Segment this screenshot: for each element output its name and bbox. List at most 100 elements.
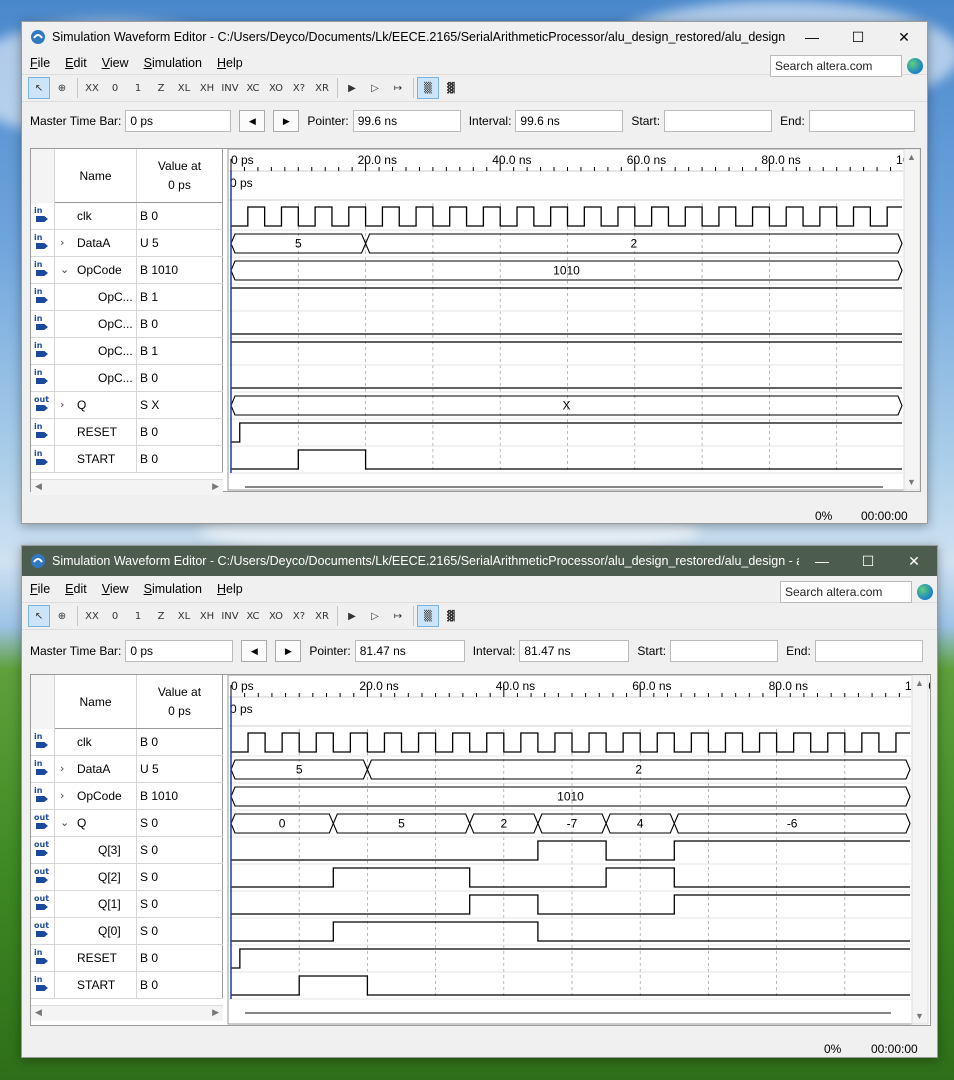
menu-help[interactable]: Help xyxy=(217,582,243,596)
high-impedance-icon[interactable]: Z xyxy=(150,605,172,627)
close-icon[interactable]: ✕ xyxy=(891,546,937,576)
search-input[interactable]: Search altera.com xyxy=(780,581,912,603)
arbitrary-value-icon[interactable]: X? xyxy=(288,605,310,627)
menu-view[interactable]: View xyxy=(102,582,129,596)
master-time-bar-label: Master Time Bar: xyxy=(30,644,122,658)
force-low-icon[interactable]: 0 xyxy=(104,605,126,627)
force-low-icon[interactable]: 0 xyxy=(104,77,126,99)
menu-simulation[interactable]: Simulation xyxy=(144,582,202,596)
bus-value-label: 1010 xyxy=(553,264,580,278)
grid-icon[interactable]: ▓ xyxy=(440,605,462,627)
pointer-field[interactable]: 81.47 ns xyxy=(354,640,465,662)
signal-waveform xyxy=(231,894,910,915)
menu-help[interactable]: Help xyxy=(217,56,243,70)
time-bar: Master Time Bar: 0 ps ◀ ▶ Pointer: 81.47… xyxy=(22,636,937,666)
status-percent: 0% xyxy=(815,509,833,523)
run-timing-sim-icon[interactable]: ▷ xyxy=(364,605,386,627)
time-bar: Master Time Bar: 0 ps ◀ ▶ Pointer: 99.6 … xyxy=(22,106,927,136)
menu-view[interactable]: View xyxy=(102,56,129,70)
run-timing-sim-icon[interactable]: ▷ xyxy=(364,77,386,99)
maximize-icon[interactable]: ☐ xyxy=(835,22,881,52)
toolbar-separator xyxy=(77,78,78,98)
previous-transition-button[interactable]: ◀ xyxy=(241,640,268,662)
run-netlist-sim-icon[interactable]: ↦ xyxy=(387,605,409,627)
time-tick-label: 60.0 ns xyxy=(632,679,671,693)
run-functional-sim-icon[interactable]: ▶ xyxy=(341,77,363,99)
previous-transition-button[interactable]: ◀ xyxy=(239,110,266,132)
globe-icon[interactable] xyxy=(907,58,923,74)
pointer-field[interactable]: 99.6 ns xyxy=(352,110,461,132)
scroll-up-icon[interactable]: ▲ xyxy=(907,152,916,162)
random-value-icon[interactable]: XR xyxy=(311,77,333,99)
globe-icon[interactable] xyxy=(917,584,933,600)
count-value-icon[interactable]: XC xyxy=(242,77,264,99)
start-field[interactable] xyxy=(664,110,773,132)
bus-value-label: -6 xyxy=(787,817,798,831)
waveform-panel: Name Value at 0 ps in clk B 0 in › DataA U 5 in ⌄ O… xyxy=(30,148,921,495)
vertical-scrollbar[interactable] xyxy=(911,675,929,1025)
bus-value-label: 2 xyxy=(500,817,507,831)
dont-care-icon[interactable]: XX xyxy=(81,605,103,627)
force-high-icon[interactable]: 1 xyxy=(127,605,149,627)
title-bar[interactable]: Simulation Waveform Editor - C:/Users/De… xyxy=(22,546,937,576)
zoom-tool-icon[interactable]: ⊕ xyxy=(51,605,73,627)
menu-edit[interactable]: Edit xyxy=(65,56,87,70)
snap-to-grid-icon[interactable]: ▒ xyxy=(417,77,439,99)
count-value-icon[interactable]: XC xyxy=(242,605,264,627)
bus-value-label: 0 xyxy=(279,817,286,831)
invert-icon[interactable]: INV xyxy=(219,77,241,99)
start-field[interactable] xyxy=(670,640,779,662)
clock-value-icon[interactable]: XO xyxy=(265,605,287,627)
weak-high-icon[interactable]: XH xyxy=(196,77,218,99)
selection-tool-icon[interactable]: ↖ xyxy=(28,77,50,99)
vertical-scrollbar[interactable] xyxy=(903,149,920,491)
interval-field[interactable]: 81.47 ns xyxy=(519,640,630,662)
weak-high-icon[interactable]: XH xyxy=(196,605,218,627)
invert-icon[interactable]: INV xyxy=(219,605,241,627)
minimize-icon[interactable]: — xyxy=(789,22,835,52)
menu-file[interactable]: File xyxy=(30,56,50,70)
signal-waveform xyxy=(231,948,910,969)
weak-low-icon[interactable]: XL xyxy=(173,77,195,99)
time-tick-label: 0 ps xyxy=(231,679,254,693)
menu-edit[interactable]: Edit xyxy=(65,582,87,596)
next-transition-button[interactable]: ▶ xyxy=(275,640,302,662)
title-bar[interactable]: Simulation Waveform Editor - C:/Users/De… xyxy=(22,22,927,52)
waveform-canvas[interactable]: 0 ps20.0 ns40.0 ns60.0 ns80.0 ns100.0 ns… xyxy=(31,149,920,491)
toolbar-separator xyxy=(413,606,414,626)
snap-to-grid-icon[interactable]: ▒ xyxy=(417,605,439,627)
interval-field[interactable]: 99.6 ns xyxy=(515,110,624,132)
scroll-up-icon[interactable]: ▲ xyxy=(915,678,924,688)
next-transition-button[interactable]: ▶ xyxy=(273,110,300,132)
bus-value-label: 1010 xyxy=(557,790,584,804)
end-field[interactable] xyxy=(808,110,915,132)
clock-value-icon[interactable]: XO xyxy=(265,77,287,99)
grid-icon[interactable]: ▓ xyxy=(440,77,462,99)
scroll-down-icon[interactable]: ▼ xyxy=(907,477,916,487)
window-title: Simulation Waveform Editor - C:/Users/De… xyxy=(52,30,789,44)
run-netlist-sim-icon[interactable]: ↦ xyxy=(387,77,409,99)
master-time-bar-field[interactable]: 0 ps xyxy=(125,110,232,132)
minimize-icon[interactable]: — xyxy=(799,546,845,576)
dont-care-icon[interactable]: XX xyxy=(81,77,103,99)
close-icon[interactable]: ✕ xyxy=(881,22,927,52)
waveform-canvas[interactable]: 0 ps20.0 ns40.0 ns60.0 ns80.0 ns100.0 ns… xyxy=(31,675,930,1025)
zoom-tool-icon[interactable]: ⊕ xyxy=(51,77,73,99)
random-value-icon[interactable]: XR xyxy=(311,605,333,627)
arbitrary-value-icon[interactable]: X? xyxy=(288,77,310,99)
signal-waveform xyxy=(231,867,910,888)
maximize-icon[interactable]: ☐ xyxy=(845,546,891,576)
master-time-bar-field[interactable]: 0 ps xyxy=(125,640,234,662)
bus-value-label: 2 xyxy=(635,763,642,777)
quartus-app-icon xyxy=(31,30,45,44)
run-functional-sim-icon[interactable]: ▶ xyxy=(341,605,363,627)
search-input[interactable]: Search altera.com xyxy=(770,55,902,77)
menu-file[interactable]: File xyxy=(30,582,50,596)
selection-tool-icon[interactable]: ↖ xyxy=(28,605,50,627)
high-impedance-icon[interactable]: Z xyxy=(150,77,172,99)
menu-simulation[interactable]: Simulation xyxy=(144,56,202,70)
weak-low-icon[interactable]: XL xyxy=(173,605,195,627)
force-high-icon[interactable]: 1 xyxy=(127,77,149,99)
end-field[interactable] xyxy=(814,640,923,662)
scroll-down-icon[interactable]: ▼ xyxy=(915,1011,924,1021)
